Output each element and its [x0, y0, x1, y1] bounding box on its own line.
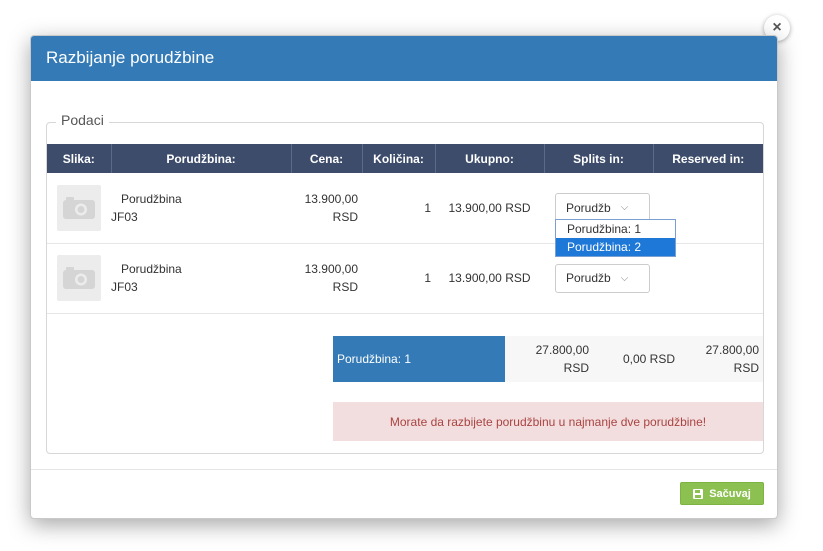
dropdown-option[interactable]: Porudžbina: 1 [556, 220, 675, 238]
column-header-price: Cena: [291, 144, 363, 173]
column-header-quantity: Količina: [362, 144, 436, 173]
floppy-disk-icon [693, 488, 704, 499]
select-value: Porudžb [566, 271, 611, 285]
chevron-down-icon: ⌵ [620, 272, 629, 284]
table-header-row: Slika: Porudžbina: Cena: Količina: Ukupn… [47, 144, 763, 173]
price-currency: RSD [332, 280, 358, 294]
save-label: Sačuvaj [709, 487, 751, 500]
summary-reserved-currency: RSD [733, 361, 759, 375]
error-alert: Morate da razbijete porudžbinu u najmanj… [333, 402, 763, 441]
splits-in-select-wrap: Porudžb ⌵ Porudžbina: 1 Porudžbina: 2 [544, 193, 676, 258]
order-code: JF03 [111, 209, 138, 224]
fieldset-legend: Podaci [56, 112, 109, 128]
summary-amount-value: 27.800,00 [535, 343, 589, 357]
order-items-table: Slika: Porudžbina: Cena: Količina: Ukupn… [47, 144, 763, 314]
dropdown-option-selected[interactable]: Porudžbina: 2 [556, 238, 675, 257]
split-order-modal: Razbijanje porudžbine Podaci Slika: Poru… [30, 35, 778, 519]
splits-in-dropdown: Porudžbina: 1 Porudžbina: 2 [555, 219, 676, 258]
quantity-cell: 1 [362, 173, 435, 244]
order-name: Porudžbina [121, 262, 182, 276]
summary-reserved-value: 27.800,00 [705, 343, 759, 357]
image-cell [47, 173, 111, 244]
image-cell [47, 243, 111, 314]
summary-amount-currency: RSD [563, 361, 589, 375]
modal-header: Razbijanje porudžbine [31, 36, 777, 81]
splits-in-select[interactable]: Porudžb ⌵ [555, 263, 650, 293]
price-value: 13.900,00 [304, 191, 358, 206]
summary-row: Porudžbina: 1 27.800,00 RSD 0,00 RSD 27.8… [333, 336, 763, 382]
summary-reserved: 27.800,00 RSD [679, 336, 763, 382]
footer-divider [31, 469, 777, 470]
camera-placeholder-icon [57, 255, 101, 301]
summary-label: Porudžbina: 1 [333, 336, 505, 382]
price-cell: 13.900,00 RSD [291, 243, 362, 314]
price-cell: 13.900,00 RSD [291, 173, 362, 244]
summary-amount: 27.800,00 RSD [505, 336, 593, 382]
summary-zero: 0,00 RSD [593, 336, 679, 382]
column-header-order: Porudžbina: [111, 144, 292, 173]
order-code: JF03 [111, 280, 138, 294]
select-value: Porudžb [566, 200, 611, 215]
column-header-total: Ukupno: [435, 144, 545, 173]
order-name: Porudžbina [121, 191, 182, 206]
close-icon: × [772, 19, 782, 36]
column-header-image: Slika: [47, 144, 112, 173]
splits-in-select[interactable]: Porudžb ⌵ [555, 193, 650, 223]
total-cell: 13.900,00 RSD [435, 243, 544, 314]
total-cell: 13.900,00 RSD [435, 173, 544, 244]
order-name-cell: Porudžbina JF03 [111, 173, 291, 244]
table-row: Porudžbina JF03 13.900,00 RSD 1 13.900,0… [47, 173, 763, 258]
save-button[interactable]: Sačuvaj [680, 482, 764, 505]
camera-placeholder-icon [57, 184, 101, 231]
modal-title: Razbijanje porudžbine [46, 48, 215, 67]
column-header-reserved-in: Reserved in: [653, 144, 763, 173]
column-header-splits-in: Splits in: [544, 144, 654, 173]
price-value: 13.900,00 [304, 262, 358, 276]
price-currency: RSD [332, 209, 358, 224]
quantity-cell: 1 [362, 243, 435, 314]
order-name-cell: Porudžbina JF03 [111, 243, 291, 314]
splits-in-cell: Porudžb ⌵ Porudžbina: 1 Porudžbina: 2 [544, 173, 676, 258]
chevron-down-icon: ⌵ [620, 202, 629, 214]
